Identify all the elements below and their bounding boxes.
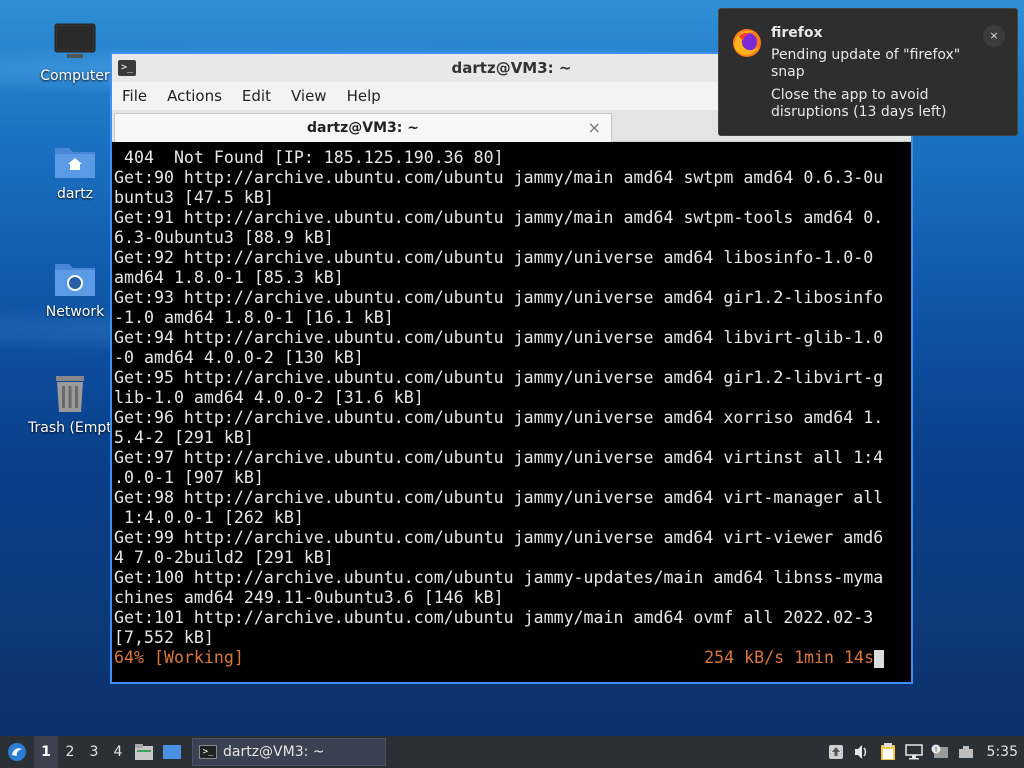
- terminal-line: [7,552 kB]: [114, 628, 214, 647]
- terminal-line: lib-1.0 amd64 4.0.0-2 [31.6 kB]: [114, 388, 424, 407]
- task-label: dartz@VM3: ~: [223, 744, 325, 760]
- desktop-icon-trash[interactable]: Trash (Empt: [28, 374, 112, 436]
- terminal-line: -1.0 amd64 1.8.0-1 [16.1 kB]: [114, 308, 394, 327]
- terminal-line: chines amd64 249.11-0ubuntu3.6 [146 kB]: [114, 588, 504, 607]
- terminal-line: Get:96 http://archive.ubuntu.com/ubuntu …: [114, 408, 884, 427]
- terminal-icon: >_: [199, 745, 217, 759]
- firefox-icon: [731, 27, 763, 59]
- lubuntu-logo-icon: [8, 743, 26, 761]
- volume-icon[interactable]: [849, 736, 875, 768]
- terminal-line: 5.4-2 [291 kB]: [114, 428, 254, 447]
- desktop-icon-label: dartz: [56, 186, 94, 202]
- terminal-line: .0.0-1 [907 kB]: [114, 468, 264, 487]
- terminal-cursor: [874, 650, 884, 668]
- workspace-1[interactable]: 1: [34, 736, 58, 768]
- terminal-line: 404 Not Found [IP: 185.125.190.36 80]: [114, 148, 504, 167]
- notification-title: firefox: [771, 25, 823, 41]
- tab-label: dartz@VM3: ~: [307, 120, 419, 136]
- menu-actions[interactable]: Actions: [167, 87, 222, 105]
- terminal-line: Get:91 http://archive.ubuntu.com/ubuntu …: [114, 208, 884, 227]
- power-icon[interactable]: [953, 736, 979, 768]
- terminal-line: Get:92 http://archive.ubuntu.com/ubuntu …: [114, 248, 874, 267]
- workspace-3[interactable]: 3: [82, 736, 106, 768]
- network-icon[interactable]: [901, 736, 927, 768]
- clipboard-icon[interactable]: [875, 736, 901, 768]
- terminal-line: Get:93 http://archive.ubuntu.com/ubuntu …: [114, 288, 884, 307]
- menu-help[interactable]: Help: [347, 87, 381, 105]
- tab-terminal[interactable]: dartz@VM3: ~ ×: [114, 113, 612, 142]
- notification-alert-icon[interactable]: !: [927, 736, 953, 768]
- desktop-icon-computer[interactable]: Computer: [35, 22, 115, 84]
- workspace-2[interactable]: 2: [58, 736, 82, 768]
- terminal-line: -0 amd64 4.0.0-2 [130 kB]: [114, 348, 364, 367]
- computer-icon: [53, 22, 97, 62]
- network-folder-icon: [53, 258, 97, 298]
- menu-file[interactable]: File: [122, 87, 147, 105]
- terminal-status-line: 64% [Working] 254 kB/s 1min 14s: [114, 648, 886, 668]
- clock[interactable]: 5:35: [987, 744, 1018, 760]
- terminal-line: 1:4.0.0-1 [262 kB]: [114, 508, 304, 527]
- desktop-icon-home[interactable]: dartz: [35, 140, 115, 202]
- terminal-line: Get:95 http://archive.ubuntu.com/ubuntu …: [114, 368, 884, 387]
- taskbar-task-terminal[interactable]: >_ dartz@VM3: ~: [192, 738, 386, 766]
- terminal-line: amd64 1.8.0-1 [85.3 kB]: [114, 268, 344, 287]
- terminal-line: Get:94 http://archive.ubuntu.com/ubuntu …: [114, 328, 884, 347]
- terminal-line: Get:99 http://archive.ubuntu.com/ubuntu …: [114, 528, 884, 547]
- menu-edit[interactable]: Edit: [242, 87, 271, 105]
- terminal-line: 6.3-0ubuntu3 [88.9 kB]: [114, 228, 334, 247]
- apt-progress-text: 64% [Working]: [114, 648, 244, 667]
- terminal-line: buntu3 [47.5 kB]: [114, 188, 274, 207]
- taskbar: 1 2 3 4 >_ dartz@VM3: ~ ! 5:35: [0, 736, 1024, 768]
- notification-detail: Close the app to avoid disruptions (13 d…: [771, 87, 947, 120]
- terminal-line: Get:97 http://archive.ubuntu.com/ubuntu …: [114, 448, 884, 467]
- menu-view[interactable]: View: [291, 87, 327, 105]
- trash-icon: [48, 374, 92, 414]
- show-desktop-icon[interactable]: [158, 736, 186, 768]
- desktop-icon-label: Computer: [40, 68, 110, 84]
- svg-text:!: !: [934, 746, 937, 754]
- apt-speed-text: 254 kB/s 1min 14s: [704, 648, 874, 667]
- update-notifier-icon[interactable]: [823, 736, 849, 768]
- desktop-icon-network[interactable]: Network: [35, 258, 115, 320]
- terminal-scrollbar[interactable]: [889, 148, 909, 682]
- desktop-icon-label: Trash (Empt: [28, 420, 112, 436]
- terminal-line: Get:101 http://archive.ubuntu.com/ubuntu…: [114, 608, 874, 627]
- terminal-line: Get:98 http://archive.ubuntu.com/ubuntu …: [114, 488, 884, 507]
- tab-close-icon[interactable]: ×: [588, 114, 601, 142]
- file-manager-icon[interactable]: [130, 736, 158, 768]
- terminal-window[interactable]: >_ dartz@VM3: ~ File Actions Edit View H…: [110, 52, 913, 684]
- desktop-icon-label: Network: [45, 304, 105, 320]
- terminal-line: 4 7.0-2build2 [291 kB]: [114, 548, 334, 567]
- terminal-output[interactable]: 404 Not Found [IP: 185.125.190.36 80] Get…: [114, 148, 886, 682]
- start-menu-button[interactable]: [0, 736, 34, 768]
- home-folder-icon: [53, 140, 97, 180]
- notification-close-icon[interactable]: ×: [983, 25, 1005, 47]
- terminal-line: Get:90 http://archive.ubuntu.com/ubuntu …: [114, 168, 884, 187]
- notification-popup[interactable]: firefox Pending update of "firefox" snap…: [718, 8, 1018, 136]
- notification-message: Pending update of "firefox" snap: [771, 47, 961, 80]
- workspace-4[interactable]: 4: [106, 736, 130, 768]
- terminal-line: Get:100 http://archive.ubuntu.com/ubuntu…: [114, 568, 884, 587]
- system-tray: ! 5:35: [823, 736, 1024, 768]
